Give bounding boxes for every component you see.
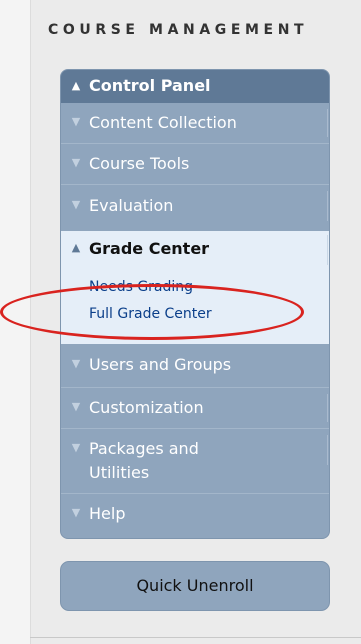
bottom-divider: [30, 637, 361, 638]
chevron-up-icon: ▲: [71, 241, 81, 254]
control-panel-title: Control Panel: [89, 76, 211, 95]
menu-item-label: Course Tools: [89, 154, 190, 173]
chevron-down-icon: ▼: [71, 357, 81, 370]
submenu-divider: [327, 109, 328, 137]
menu-item-label: Customization: [89, 398, 204, 417]
submenu-divider: [327, 394, 328, 422]
chevron-down-icon: ▼: [71, 115, 81, 128]
menu-item-grade-center[interactable]: ▲ Grade Center »: [61, 231, 329, 271]
menu-item-label: Users and Groups: [89, 355, 232, 374]
menu-item-label: Packages and: [89, 439, 199, 458]
chevron-down-icon: ▼: [71, 400, 81, 413]
chevron-down-icon: ▼: [71, 441, 81, 454]
menu-item-label: Help: [89, 504, 126, 523]
menu-item-label: Grade Center: [89, 239, 210, 258]
chevron-down-icon: ▼: [71, 506, 81, 519]
submenu-divider: [327, 191, 328, 221]
menu-item-course-tools[interactable]: ▼ Course Tools: [61, 144, 329, 184]
menu-item-evaluation[interactable]: ▼ Evaluation »: [61, 185, 329, 231]
quick-unenroll-label: Quick Unenroll: [136, 576, 254, 595]
menu-item-users-and-groups[interactable]: ▼ Users and Groups: [61, 347, 329, 387]
menu-item-label: Content Collection: [89, 113, 237, 132]
highlight-oval: [0, 284, 304, 340]
menu-item-packages-and-utilities[interactable]: ▼ Packages and Utilities »: [61, 429, 329, 493]
menu-item-customization[interactable]: ▼ Customization »: [61, 388, 329, 428]
menu-item-label-line2: Utilities: [89, 463, 150, 482]
chevron-down-icon: ▼: [71, 198, 81, 211]
control-panel-header[interactable]: ▲ Control Panel: [61, 70, 329, 103]
course-management-title: COURSE MANAGEMENT: [48, 22, 309, 38]
quick-unenroll-button[interactable]: Quick Unenroll: [60, 561, 330, 611]
menu-item-content-collection[interactable]: ▼ Content Collection »: [61, 103, 329, 143]
chevron-up-icon: ▲: [71, 79, 81, 92]
submenu-divider: [327, 435, 328, 465]
menu-item-label: Evaluation: [89, 196, 174, 215]
submenu-divider: [327, 235, 328, 265]
chevron-down-icon: ▼: [71, 156, 81, 169]
menu-item-help[interactable]: ▼ Help: [61, 494, 329, 534]
